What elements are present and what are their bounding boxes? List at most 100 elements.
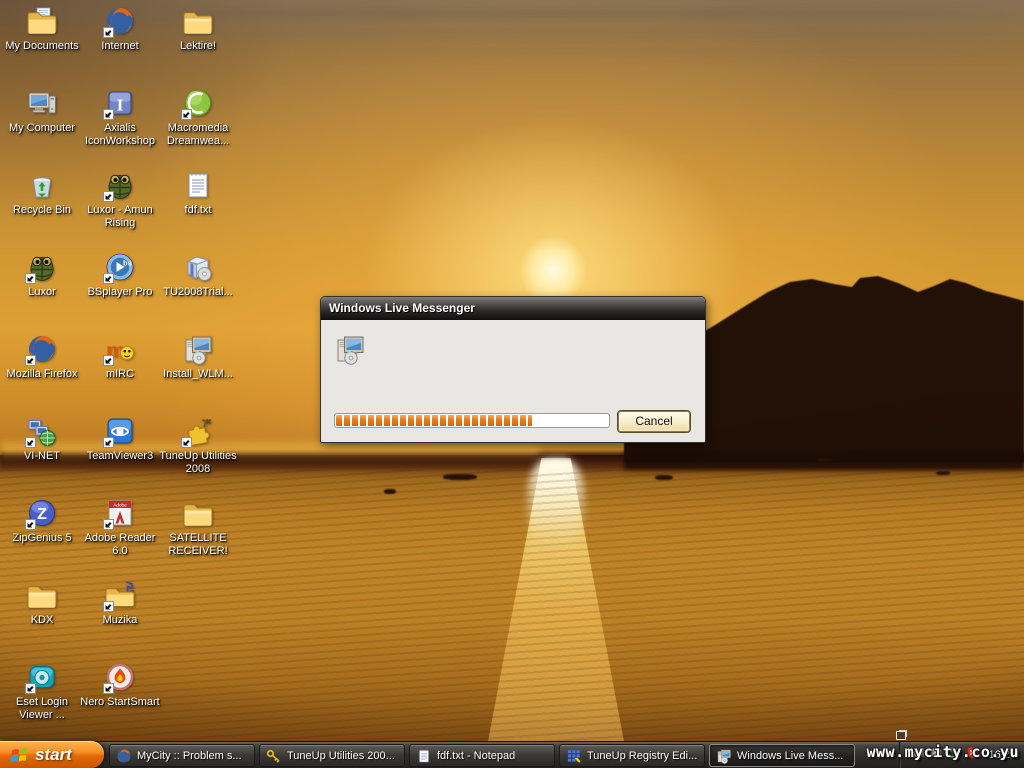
registry-grid-icon [567, 749, 581, 763]
taskbar-button-mycity-problem-s[interactable]: MyCity :: Problem s... [109, 744, 255, 767]
desktop-icon-muzika[interactable]: Muzika [82, 579, 158, 627]
desktop-icon-tuneup-utilities-2008[interactable]: TuneUp Utilities 2008 [159, 415, 237, 476]
shortcut-arrow-icon [181, 437, 192, 448]
folder-icon [27, 586, 57, 608]
desktop-icon-bsplayer-pro[interactable]: bs BSplayer Pro [82, 251, 158, 299]
taskbar-button-label: MyCity :: Problem s... [137, 749, 242, 762]
desktop-icon-label: Install_WLM... [163, 368, 233, 380]
desktop-icon-fdf-txt[interactable]: fdf.txt [160, 169, 236, 217]
svg-text:bs: bs [123, 259, 132, 268]
start-button-label: start [35, 744, 72, 764]
desktop-icon-label: TU2008Trial... [163, 286, 233, 298]
start-button[interactable]: start [0, 741, 104, 768]
computer-icon [28, 92, 56, 114]
dialog-title-bar[interactable]: Windows Live Messenger [321, 297, 705, 320]
desktop-icon-tu2008trial[interactable]: TU2008Trial... [160, 251, 236, 299]
cloud-streak [300, 48, 1024, 56]
desktop-icon-label: My Documents [5, 40, 79, 52]
desktop-icon-label: Internet [101, 40, 139, 52]
desktop-icon-label: Muzika [102, 614, 138, 626]
task-button-area: MyCity :: Problem s... TuneUp Utilities 2… [104, 742, 900, 768]
desktop-icon-grid: My Documents Internet Lektire! My Computer I… [4, 0, 264, 740]
desktop-icon-teamviewer3[interactable]: TeamViewer3 [82, 415, 158, 463]
svg-text:Z: Z [37, 506, 47, 523]
desktop-icon-label: Nero StartSmart [80, 696, 160, 708]
dialog-title-text: Windows Live Messenger [329, 301, 475, 315]
shortcut-arrow-icon [103, 437, 114, 448]
desktop-icon-satellite-receiver[interactable]: SATELLITE RECEIVER! [160, 497, 236, 558]
wlm-installer-icon [337, 336, 364, 365]
shortcut-arrow-icon [103, 27, 114, 38]
recycle-bin-icon [33, 177, 51, 198]
desktop-icon-internet[interactable]: Internet [82, 5, 158, 53]
desktop-icon-label: SATELLITE RECEIVER! [168, 532, 228, 557]
desktop-icon-label: TuneUp Utilities 2008 [159, 450, 237, 475]
boat [817, 458, 833, 462]
desktop-icon-label: TeamViewer3 [86, 450, 154, 462]
shortcut-arrow-icon [25, 273, 36, 284]
boat [655, 475, 673, 480]
shortcut-arrow-icon [103, 601, 114, 612]
boat [384, 489, 396, 494]
notepad-doc-icon [188, 172, 208, 198]
desktop-icon-macromedia-dreamwea[interactable]: Macromedia Dreamwea... [160, 87, 236, 148]
notepad-doc-icon [419, 749, 429, 762]
desktop-icon-mozilla-firefox[interactable]: Mozilla Firefox [4, 333, 80, 381]
desktop-icon-label: mIRC [105, 368, 135, 380]
desktop-icon-label: Adobe Reader 6.0 [84, 532, 156, 557]
site-watermark: www.mycity.co.yu [866, 743, 1019, 761]
svg-text:Adobe: Adobe [113, 503, 127, 508]
shortcut-arrow-icon [103, 519, 114, 530]
desktop-icon-my-computer[interactable]: My Computer [4, 87, 80, 135]
desktop-icon-zipgenius-5[interactable]: Z ZipGenius 5 [4, 497, 80, 545]
desktop-icon-label: ZipGenius 5 [12, 532, 72, 544]
desktop-icon-mirc[interactable]: m mIRC [82, 333, 158, 381]
desktop-screen: My Documents Internet Lektire! My Computer I… [0, 0, 1024, 768]
shortcut-arrow-icon [103, 683, 114, 694]
desktop-icon-recycle-bin[interactable]: Recycle Bin [4, 169, 80, 217]
desktop-icon-vi-net[interactable]: VI-NET [4, 415, 80, 463]
desktop-icon-install-wlm[interactable]: Install_WLM... [160, 333, 236, 381]
taskbar-button-label: Windows Live Mess... [737, 749, 844, 762]
desktop-icon-label: Macromedia Dreamwea... [166, 122, 230, 147]
overflow-window-icon [896, 731, 906, 740]
shortcut-arrow-icon [103, 191, 114, 202]
windows-flag-icon [10, 747, 28, 762]
desktop-icon-label: KDX [30, 614, 54, 626]
desktop-icon-label: VI-NET [23, 450, 61, 462]
shortcut-arrow-icon [25, 437, 36, 448]
shortcut-arrow-icon [181, 109, 192, 120]
desktop-icon-axialis-iconworkshop[interactable]: I Axialis IconWorkshop [82, 87, 158, 148]
wlm-installer-dialog: Windows Live Messenger Cancel [320, 296, 706, 443]
folder-icon [183, 504, 213, 526]
desktop-icon-nero-startsmart[interactable]: Nero StartSmart [80, 661, 160, 709]
desktop-icon-my-documents[interactable]: My Documents [4, 5, 80, 53]
taskbar-button-tuneup-utilities-200[interactable]: TuneUp Utilities 200... [259, 744, 405, 767]
desktop-icon-kdx[interactable]: KDX [4, 579, 80, 627]
desktop-icon-label: Recycle Bin [12, 204, 72, 216]
desktop-icon-lektire[interactable]: Lektire! [160, 5, 236, 53]
taskbar-button-fdf-txt-notepad[interactable]: fdf.txt - Notepad [409, 744, 555, 767]
cancel-button[interactable]: Cancel [618, 411, 690, 432]
desktop-icon-label: My Computer [8, 122, 76, 134]
firefox-icon [117, 749, 131, 762]
progress-fill [336, 415, 532, 426]
boat [936, 471, 950, 475]
desktop-icon-label: fdf.txt [184, 204, 212, 216]
taskbar-button-tuneup-registry-edi[interactable]: TuneUp Registry Edi... [559, 744, 705, 767]
taskbar-button-windows-live-mess[interactable]: Windows Live Mess... [709, 744, 855, 767]
svg-text:I: I [117, 96, 124, 115]
shortcut-arrow-icon [103, 109, 114, 120]
desktop-icon-luxor[interactable]: Luxor [4, 251, 80, 299]
shortcut-arrow-icon [25, 683, 36, 694]
taskbar-button-label: TuneUp Registry Edi... [587, 749, 698, 762]
desktop-icon-eset-login-viewer[interactable]: Eset Login Viewer ... [4, 661, 80, 722]
shortcut-arrow-icon [103, 273, 114, 284]
folder-docs-icon [27, 7, 57, 34]
taskbar-button-label: TuneUp Utilities 200... [287, 749, 395, 762]
boat [443, 474, 477, 480]
desktop-icon-adobe-reader-6-0[interactable]: Adobe Adobe Reader 6.0 [82, 497, 158, 558]
desktop-icon-luxor-amun-rising[interactable]: Luxor - Amun Rising [82, 169, 158, 230]
folder-icon [183, 12, 213, 34]
windows-flag-icon [10, 745, 30, 765]
